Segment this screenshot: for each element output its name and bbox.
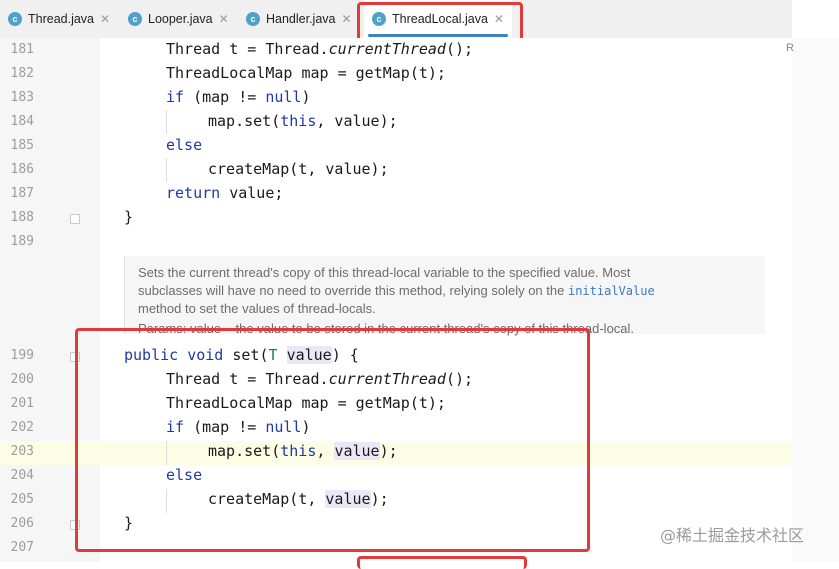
javadoc-link-initialvalue[interactable]: initialValue [568, 284, 655, 298]
java-class-icon: c [128, 12, 142, 26]
line-number: 182 [10, 66, 34, 81]
line-number: 188 [10, 210, 34, 225]
line-number: 199 [10, 348, 34, 363]
code-line-184: map.set(this, value); [208, 112, 398, 130]
indent-guide [166, 110, 167, 134]
reader-mode-marker[interactable]: R [786, 42, 794, 54]
java-class-icon: c [246, 12, 260, 26]
javadoc-line: subclasses will have no need to override… [138, 283, 655, 298]
highlight-box-set-method [75, 328, 590, 552]
tab-looper-java[interactable]: c Looper.java ✕ [128, 0, 229, 38]
code-line-188: } [124, 208, 134, 226]
close-icon[interactable]: ✕ [100, 12, 110, 26]
close-icon[interactable]: ✕ [342, 12, 352, 26]
tab-handler-java[interactable]: c Handler.java ✕ [246, 0, 352, 38]
code-line-181: Thread t = Thread.currentThread(); [166, 40, 474, 58]
line-number: 189 [10, 234, 34, 249]
fold-marker[interactable] [70, 214, 80, 224]
line-number: 181 [10, 42, 34, 57]
line-number: 206 [10, 516, 34, 531]
line-number: 202 [10, 420, 34, 435]
line-number: 200 [10, 372, 34, 387]
close-icon[interactable]: ✕ [219, 12, 229, 26]
watermark: @稀土掘金技术社区 [660, 526, 805, 545]
tab-label: Thread.java [28, 12, 95, 26]
tab-thread-java[interactable]: c Thread.java ✕ [8, 0, 110, 38]
indent-guide [166, 158, 167, 182]
editor-right-strip [792, 38, 839, 562]
line-number: 185 [10, 138, 34, 153]
code-line-185: else [166, 136, 203, 154]
line-number: 205 [10, 492, 34, 507]
java-class-icon: c [8, 12, 22, 26]
line-number: 187 [10, 186, 34, 201]
line-number: 203 [10, 444, 34, 459]
line-number: 204 [10, 468, 34, 483]
tab-label: Handler.java [266, 12, 336, 26]
highlight-box-tab [357, 2, 523, 42]
javadoc-line: method to set the values of thread-local… [138, 301, 376, 316]
tab-label: Looper.java [148, 12, 213, 26]
line-number: 201 [10, 396, 34, 411]
line-number: 183 [10, 90, 34, 105]
javadoc-line: Sets the current thread's copy of this t… [138, 265, 631, 280]
line-number: 207 [10, 540, 34, 555]
highlight-box-partial [357, 556, 527, 569]
code-line-187: return value; [166, 184, 284, 202]
code-line-182: ThreadLocalMap map = getMap(t); [166, 64, 446, 82]
code-line-186: createMap(t, value); [208, 160, 389, 178]
code-line-183: if (map != null) [166, 88, 311, 106]
line-number: 184 [10, 114, 34, 129]
line-number: 186 [10, 162, 34, 177]
